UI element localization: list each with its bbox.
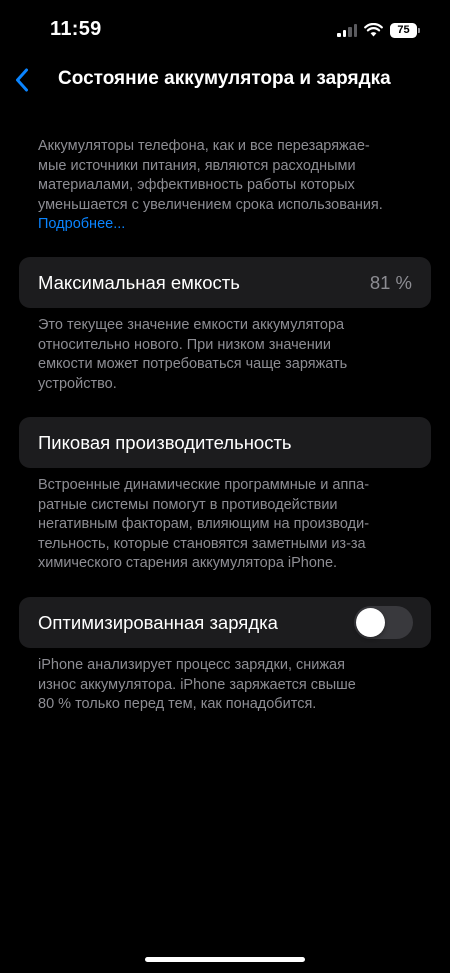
- peak-performance-cell: Пиковая производительность: [19, 417, 431, 468]
- intro-text: Аккумуляторы телефона, как и все перезар…: [38, 137, 423, 235]
- navigation-bar: Состояние аккумулятора и зарядка: [0, 58, 450, 102]
- max-capacity-value: 81 %: [369, 272, 412, 293]
- home-indicator[interactable]: [145, 957, 305, 962]
- optimized-charging-toggle[interactable]: [354, 606, 413, 639]
- toggle-knob: [356, 608, 385, 637]
- back-button[interactable]: [6, 64, 38, 96]
- chevron-left-icon: [16, 68, 28, 92]
- optimized-charging-cell: Оптимизированная зарядка: [19, 597, 431, 648]
- battery-health-screen: 11:59 75 Состояние аккумулятора и зарядк…: [0, 0, 450, 973]
- cellular-signal-icon: [337, 23, 357, 37]
- battery-level: 75: [390, 22, 417, 38]
- wifi-icon: [364, 23, 383, 37]
- status-bar: 11:59 75: [0, 0, 450, 58]
- max-capacity-cell: Максимальная емкость 81 %: [19, 257, 431, 308]
- max-capacity-label: Максимальная емкость: [38, 272, 240, 293]
- learn-more-link[interactable]: Подробнее...: [38, 215, 423, 235]
- battery-icon: 75: [390, 22, 420, 38]
- peak-performance-footnote: Встроенные динамические программные и ап…: [38, 477, 370, 571]
- optimized-charging-label: Оптимизированная зарядка: [38, 612, 278, 633]
- peak-performance-label: Пиковая производительность: [38, 432, 292, 453]
- page-title: Состояние аккумулятора и зарядка: [58, 68, 391, 89]
- max-capacity-footnote: Это текущее значение емкости аккумулятор…: [38, 317, 348, 392]
- optimized-charging-footnote: iPhone анализирует процесс зарядки, сниж…: [38, 657, 356, 712]
- status-time: 11:59: [50, 18, 102, 40]
- status-icons: 75: [337, 20, 420, 40]
